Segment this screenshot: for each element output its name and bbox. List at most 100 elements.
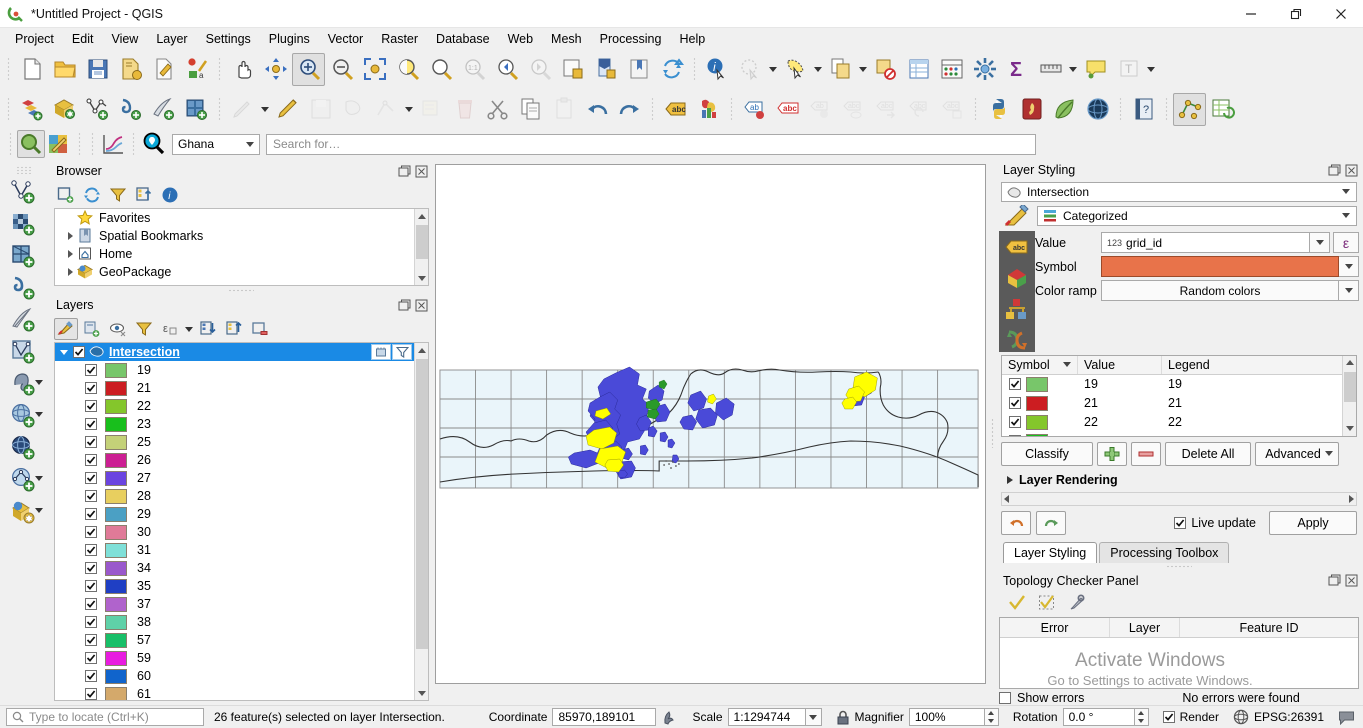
coordinate-capture-icon[interactable] [661, 709, 678, 725]
open-attribute-table-button[interactable] [902, 53, 935, 86]
layer-category-row[interactable]: 21 [55, 379, 414, 397]
add-vector-layer-button[interactable] [4, 176, 44, 208]
category-table-row[interactable]: 21 21 [1002, 394, 1356, 413]
panel-splitter[interactable] [48, 286, 433, 294]
filter-legend-dropdown-icon[interactable] [184, 318, 194, 340]
geocoder-scope-combo[interactable]: Ghana [172, 133, 260, 155]
menu-web[interactable]: Web [499, 30, 542, 48]
browser-item-spatial-bookmarks[interactable]: Spatial Bookmarks [55, 227, 414, 245]
current-edits-dropdown-icon[interactable] [259, 93, 271, 126]
modify-attributes-button[interactable] [415, 93, 448, 126]
highlight-labels-button[interactable]: abc [771, 93, 804, 126]
qgis-plugin-leaf-button[interactable] [1048, 93, 1081, 126]
label-toolbar-abc-icon[interactable]: abc [659, 93, 692, 126]
layer-category-row[interactable]: 30 [55, 523, 414, 541]
category-checkbox[interactable] [85, 400, 97, 412]
category-checkbox[interactable] [85, 652, 97, 664]
move-label-right-button[interactable]: abc [870, 93, 903, 126]
magnifier-stepper[interactable] [984, 708, 999, 726]
header-legend[interactable]: Legend [1162, 356, 1356, 374]
refresh-button[interactable] [655, 53, 688, 86]
close-button[interactable] [1318, 0, 1363, 28]
browser-item-geopackage[interactable]: GeoPackage [55, 263, 414, 281]
rotation-value[interactable]: 0.0 ° [1062, 708, 1135, 726]
remove-layer-icon[interactable] [248, 318, 272, 340]
delete-all-button[interactable]: Delete All [1165, 441, 1251, 466]
row-checkbox[interactable] [1009, 435, 1021, 436]
collapse-all-icon[interactable] [222, 318, 246, 340]
lock-icon[interactable] [836, 710, 850, 725]
menu-mesh[interactable]: Mesh [542, 30, 591, 48]
add-wfs-layer-button[interactable] [4, 432, 44, 464]
header-value[interactable]: Value [1078, 355, 1162, 374]
select-by-radius-dropdown-icon[interactable] [767, 53, 779, 86]
styling-hscrollbar[interactable] [1001, 491, 1357, 506]
layer-category-row[interactable]: 37 [55, 595, 414, 613]
symbology-tab-icon[interactable] [999, 204, 1035, 229]
current-edits-button[interactable] [226, 93, 259, 126]
color-ramp-dropdown-icon[interactable] [1339, 280, 1359, 302]
colorful-plugin-button[interactable] [45, 130, 73, 158]
advanced-button[interactable]: Advanced [1255, 441, 1339, 466]
rotation-stepper[interactable] [1134, 708, 1149, 726]
copy-features-toolbar-button[interactable] [514, 93, 547, 126]
menu-plugins[interactable]: Plugins [260, 30, 319, 48]
topology-checker-button[interactable] [1173, 92, 1206, 126]
remove-category-button[interactable] [1131, 441, 1161, 466]
cut-features-button[interactable] [481, 93, 514, 126]
browser-collapse-all-icon[interactable] [132, 184, 156, 206]
menu-project[interactable]: Project [6, 30, 63, 48]
change-label-button[interactable]: abc [936, 93, 969, 126]
zoom-native-button[interactable]: 1:1 [457, 53, 490, 86]
browser-item-home[interactable]: Home [55, 245, 414, 263]
toggle-editing-button[interactable] [271, 93, 304, 126]
new-mesh-layer-button[interactable] [180, 93, 213, 126]
save-layer-edits-button[interactable] [304, 93, 337, 126]
add-wms-layer-button[interactable] [4, 400, 44, 432]
layer-category-row[interactable]: 31 [55, 541, 414, 559]
browser-close-button[interactable] [414, 164, 429, 179]
move-label-button[interactable]: ab [804, 93, 837, 126]
new-spatialite-layer-button[interactable] [114, 93, 147, 126]
row-checkbox[interactable] [1009, 416, 1021, 429]
validate-extent-icon[interactable] [1035, 592, 1059, 614]
zoom-out-button[interactable] [325, 53, 358, 86]
new-map-bookmark-button[interactable] [622, 53, 655, 86]
menu-raster[interactable]: Raster [372, 30, 427, 48]
undo-style-button[interactable] [1001, 510, 1031, 535]
row-checkbox[interactable] [1009, 378, 1021, 391]
map-tips-button[interactable] [1079, 53, 1112, 86]
add-polygon-feature-button[interactable] [337, 93, 370, 126]
layer-category-row[interactable]: 26 [55, 451, 414, 469]
layer-root-intersection[interactable]: Intersection [55, 343, 414, 361]
new-shapefile-layer-button[interactable] [81, 93, 114, 126]
render-checkbox[interactable] [1162, 711, 1175, 723]
layer-category-row[interactable]: 19 [55, 361, 414, 379]
new-geopackage-layer-button[interactable] [48, 93, 81, 126]
tab-processing-toolbox[interactable]: Processing Toolbox [1099, 541, 1230, 563]
category-checkbox[interactable] [85, 508, 97, 520]
maximize-button[interactable] [1273, 0, 1318, 28]
category-checkbox[interactable] [85, 634, 97, 646]
layer-memory-indicator-icon[interactable] [371, 344, 391, 360]
menu-database[interactable]: Database [427, 30, 499, 48]
classify-button[interactable]: Classify [1001, 441, 1093, 466]
python-console-button[interactable] [982, 93, 1015, 126]
pan-map-button[interactable] [226, 53, 259, 86]
scroll-thumb[interactable] [416, 225, 428, 259]
paste-features-button[interactable] [547, 93, 580, 126]
undo-button[interactable] [580, 93, 613, 126]
layers-tree[interactable]: Intersection 19 21 22 23 25 26 27 28 29 … [54, 342, 429, 701]
text-annotation-button[interactable]: T [1112, 53, 1145, 86]
category-checkbox[interactable] [85, 472, 97, 484]
menu-vector[interactable]: Vector [319, 30, 372, 48]
scroll-thumb[interactable] [416, 359, 428, 649]
show-errors-checkbox[interactable] [999, 692, 1011, 705]
validate-all-icon[interactable] [1005, 592, 1029, 614]
add-postgis-layer-button[interactable] [4, 368, 44, 400]
menu-edit[interactable]: Edit [63, 30, 103, 48]
value-field-combo[interactable]: 123 grid_id [1101, 232, 1310, 254]
add-geopackage-layer-button[interactable] [4, 496, 44, 528]
menu-layer[interactable]: Layer [147, 30, 196, 48]
category-checkbox[interactable] [85, 670, 97, 682]
